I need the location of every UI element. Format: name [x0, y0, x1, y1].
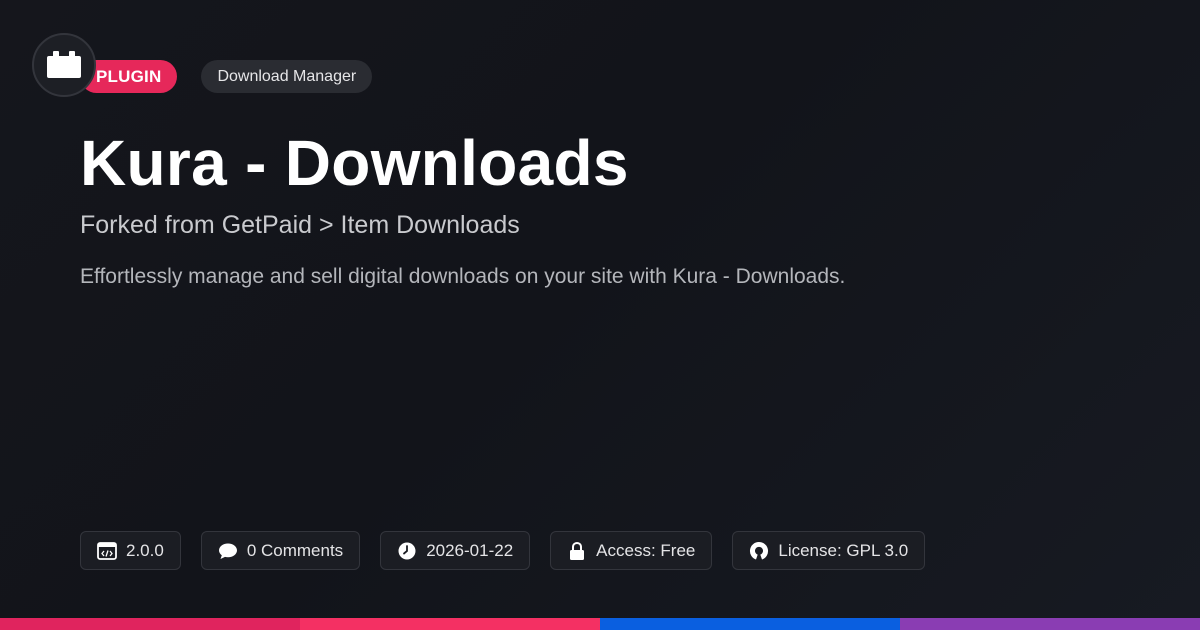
stripe-segment-3 — [600, 618, 900, 630]
meta-version-label: 2.0.0 — [126, 540, 164, 560]
meta-access: Access: Free — [550, 531, 713, 570]
meta-version: 2.0.0 — [80, 531, 181, 570]
meta-comments-label: 0 Comments — [246, 540, 344, 560]
meta-date: 2026-01-22 — [380, 531, 531, 570]
meta-license-label: License: GPL 3.0 — [778, 540, 909, 560]
badge-row: PLUGIN Download Manager — [80, 60, 373, 93]
stripe-segment-4 — [900, 618, 1200, 630]
meta-date-label: 2026-01-22 — [426, 540, 514, 560]
plugin-logo — [32, 33, 96, 97]
stripe-segment-1 — [0, 618, 300, 630]
color-stripe — [0, 618, 1200, 630]
code-window-icon — [97, 541, 117, 561]
open-source-icon — [749, 541, 769, 561]
category-badge[interactable]: Download Manager — [201, 60, 373, 93]
page-description: Effortlessly manage and sell digital dow… — [80, 265, 846, 288]
meta-row: 2.0.0 0 Comments 2026-01-22 Access: Free — [80, 531, 945, 570]
page-title: Kura - Downloads — [80, 127, 629, 199]
meta-comments[interactable]: 0 Comments — [200, 531, 361, 570]
comment-bubble-icon — [218, 541, 238, 561]
stripe-segment-2 — [300, 618, 600, 630]
plugin-block-icon — [47, 51, 81, 78]
clock-icon — [397, 541, 417, 561]
meta-access-label: Access: Free — [596, 540, 696, 560]
lock-icon — [567, 541, 587, 561]
page-subtitle: Forked from GetPaid > Item Downloads — [80, 211, 520, 239]
meta-license[interactable]: License: GPL 3.0 — [732, 531, 926, 570]
